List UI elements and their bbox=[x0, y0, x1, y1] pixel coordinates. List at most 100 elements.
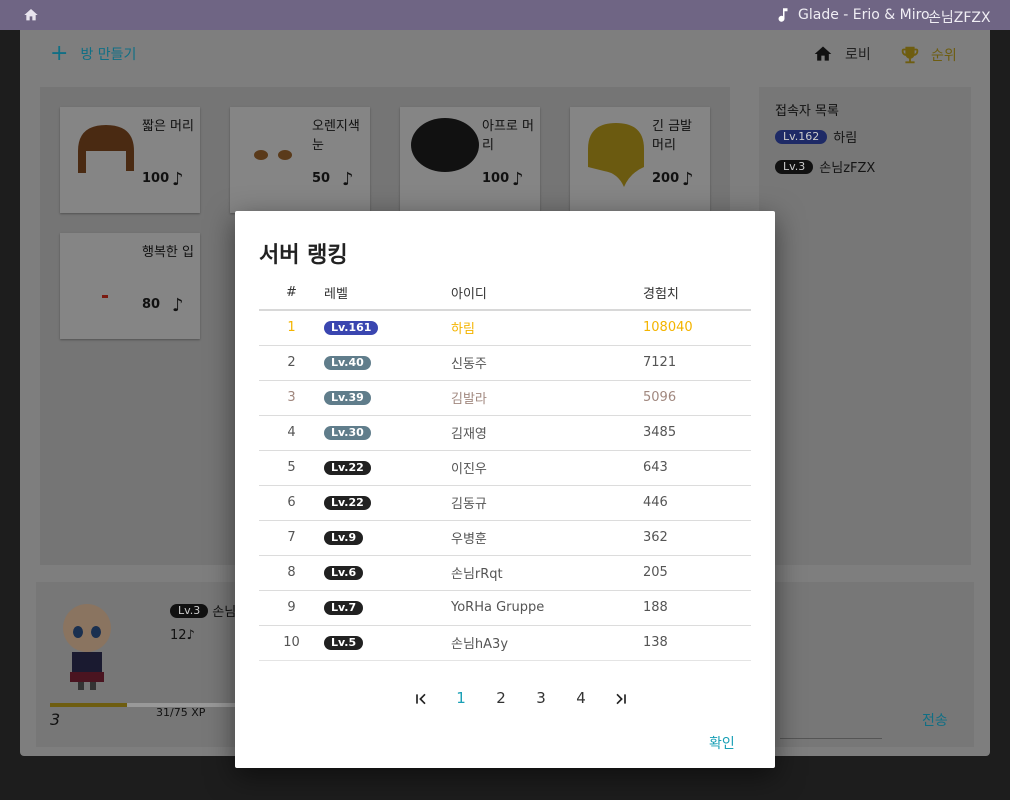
first-page-button[interactable] bbox=[401, 689, 441, 707]
shop-item[interactable]: 오렌지색 눈 50 ♪ bbox=[230, 107, 370, 213]
level-badge: Lv.30 bbox=[324, 426, 371, 440]
last-page-button[interactable] bbox=[601, 689, 641, 707]
page-3[interactable]: 3 bbox=[521, 689, 561, 707]
id-cell: 하림 bbox=[451, 310, 643, 346]
item-name: 아프로 머리 bbox=[482, 119, 534, 153]
notes-balance: 12♪ bbox=[170, 628, 195, 643]
table-row[interactable]: 9 Lv.7 YoRHa Gruppe 188 bbox=[259, 590, 751, 626]
item-name: 오렌지색 눈 bbox=[312, 119, 360, 153]
table-row[interactable]: 1 Lv.161 하림 108040 bbox=[259, 310, 751, 346]
level-cell: Lv.40 bbox=[324, 345, 451, 381]
xp-cell: 5096 bbox=[643, 380, 751, 416]
level-cell: Lv.39 bbox=[324, 380, 451, 416]
item-name: 행복한 입 bbox=[142, 245, 194, 260]
online-user[interactable]: Lv.162 하림 bbox=[775, 127, 857, 146]
top-bar: Glade - Erio & Miro 손님ZFZX bbox=[0, 0, 1010, 30]
page-1[interactable]: 1 bbox=[441, 689, 481, 707]
id-cell: 김재영 bbox=[451, 415, 643, 451]
nav-ranking[interactable]: 순위 bbox=[899, 44, 957, 66]
first-page-icon bbox=[416, 693, 426, 704]
new-room-button[interactable]: + 방 만들기 bbox=[50, 41, 137, 66]
level-badge: Lv.7 bbox=[324, 601, 364, 615]
rank-cell: 10 bbox=[259, 625, 324, 661]
home-icon bbox=[814, 46, 832, 61]
nav-lobby-label: 로비 bbox=[845, 47, 871, 63]
online-user-name: 하림 bbox=[833, 131, 858, 146]
nav-lobby[interactable]: 로비 bbox=[813, 44, 871, 64]
new-room-label: 방 만들기 bbox=[80, 47, 137, 63]
item-price: 50 bbox=[312, 171, 331, 186]
nav-ranking-label: 순위 bbox=[931, 48, 957, 64]
xp-cell: 138 bbox=[643, 625, 751, 661]
item-name: 짧은 머리 bbox=[142, 119, 194, 134]
plus-icon: + bbox=[50, 41, 69, 66]
id-cell: 손님hA3y bbox=[451, 625, 643, 661]
confirm-button[interactable]: 확인 bbox=[709, 733, 735, 753]
rank-cell: 9 bbox=[259, 590, 324, 626]
table-row[interactable]: 4 Lv.30 김재영 3485 bbox=[259, 415, 751, 451]
table-header: # 레벨 아이디 경험치 bbox=[259, 275, 751, 311]
table-row[interactable]: 10 Lv.5 손님hA3y 138 bbox=[259, 625, 751, 661]
table-row[interactable]: 2 Lv.40 신동주 7121 bbox=[259, 345, 751, 381]
online-users-title: 접속자 목록 bbox=[775, 104, 839, 119]
pagination: 1 2 3 4 bbox=[401, 689, 641, 707]
rank-cell: 6 bbox=[259, 485, 324, 521]
last-page-icon bbox=[616, 693, 626, 704]
level-cell: Lv.22 bbox=[324, 450, 451, 486]
level-cell: Lv.30 bbox=[324, 415, 451, 451]
level-badge: Lv.40 bbox=[324, 356, 371, 370]
username[interactable]: 손님ZFZX bbox=[928, 7, 991, 27]
page-4[interactable]: 4 bbox=[561, 689, 601, 707]
xp-cell: 108040 bbox=[643, 310, 751, 346]
long-blonde-hair-image bbox=[588, 123, 644, 187]
level-cell: Lv.9 bbox=[324, 520, 451, 556]
dialog-title: 서버 랭킹 bbox=[259, 243, 348, 268]
rank-cell: 7 bbox=[259, 520, 324, 556]
notes-count: 12 bbox=[170, 628, 187, 643]
xp-cell: 3485 bbox=[643, 415, 751, 451]
xp-cell: 205 bbox=[643, 555, 751, 591]
table-row[interactable]: 3 Lv.39 김발라 5096 bbox=[259, 380, 751, 416]
xp-cell: 446 bbox=[643, 485, 751, 521]
item-name: 긴 금발 머리 bbox=[652, 119, 693, 153]
level-badge: Lv.39 bbox=[324, 391, 371, 405]
shop-item[interactable]: 긴 금발 머리 200 ♪ bbox=[570, 107, 710, 213]
profile-level: Lv.3 손님 bbox=[170, 601, 236, 620]
level-badge: Lv.22 bbox=[324, 496, 371, 510]
rank-cell: 1 bbox=[259, 310, 324, 346]
table-row[interactable]: 5 Lv.22 이진우 643 bbox=[259, 450, 751, 486]
ranking-dialog: 서버 랭킹 # 레벨 아이디 경험치 1 Lv.161 하림 108040 2 Lv.40… bbox=[235, 211, 775, 768]
online-users-panel: 접속자 목록 Lv.162 하림 Lv.3 손님zFZX bbox=[759, 87, 971, 565]
shop-item[interactable]: 짧은 머리 100 ♪ bbox=[60, 107, 200, 213]
send-button[interactable]: 전송 bbox=[922, 710, 948, 730]
id-cell: 김발라 bbox=[451, 380, 643, 416]
xp-progress-bar bbox=[50, 703, 236, 707]
id-cell: YoRHa Gruppe bbox=[451, 590, 643, 626]
xp-text: 31/75 XP bbox=[156, 706, 206, 719]
level-cell: Lv.6 bbox=[324, 555, 451, 591]
shop-item[interactable]: 아프로 머리 100 ♪ bbox=[400, 107, 540, 213]
id-cell: 우병훈 bbox=[451, 520, 643, 556]
rank-cell: 8 bbox=[259, 555, 324, 591]
page-2[interactable]: 2 bbox=[481, 689, 521, 707]
online-user[interactable]: Lv.3 손님zFZX bbox=[775, 157, 875, 176]
music-note-icon: ♪ bbox=[682, 169, 694, 190]
level-badge: Lv.161 bbox=[324, 321, 379, 336]
table-row[interactable]: 7 Lv.9 우병훈 362 bbox=[259, 520, 751, 556]
chat-input[interactable] bbox=[780, 738, 882, 739]
trophy-icon bbox=[901, 46, 919, 64]
table-row[interactable]: 8 Lv.6 손님rRqt 205 bbox=[259, 555, 751, 591]
level-cell: Lv.22 bbox=[324, 485, 451, 521]
column-id: 아이디 bbox=[451, 275, 643, 311]
level-badge: Lv.5 bbox=[324, 636, 364, 650]
home-icon[interactable] bbox=[23, 7, 39, 23]
music-note-icon: ♪ bbox=[172, 169, 184, 190]
shop-item[interactable]: 행복한 입 80 ♪ bbox=[60, 233, 200, 339]
now-playing: Glade - Erio & Miro bbox=[798, 7, 930, 23]
table-row[interactable]: 6 Lv.22 김동규 446 bbox=[259, 485, 751, 521]
level-cell: Lv.7 bbox=[324, 590, 451, 626]
level-cell: Lv.5 bbox=[324, 625, 451, 661]
xp-cell: 7121 bbox=[643, 345, 751, 381]
level-badge: Lv.162 bbox=[775, 129, 828, 144]
short-hair-image bbox=[78, 125, 134, 173]
